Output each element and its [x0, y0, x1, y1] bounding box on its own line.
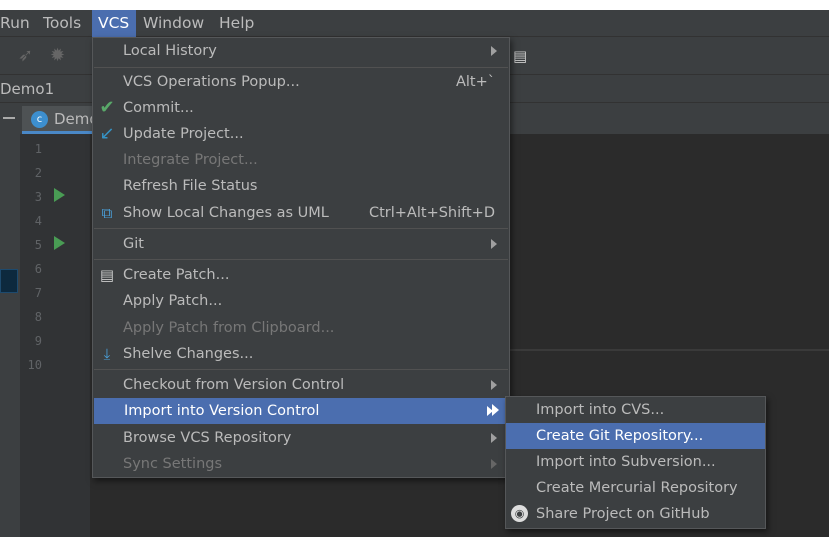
patch-file-icon: ▤: [99, 266, 115, 284]
line-number: 7: [34, 286, 42, 300]
structure-icon[interactable]: ▤: [513, 47, 527, 65]
run-gutter-icon[interactable]: [54, 188, 65, 202]
run-icon[interactable]: ➶: [18, 45, 33, 66]
menu-item-checkout[interactable]: Checkout from Version Control: [93, 372, 509, 398]
menu-item-vcs-operations[interactable]: VCS Operations Popup... Alt+`: [93, 69, 509, 95]
menu-item-update-project[interactable]: ↙ Update Project...: [93, 121, 509, 147]
label: Integrate Project...: [123, 152, 258, 168]
line-number: 3: [34, 190, 42, 204]
menu-item-refresh-file-status[interactable]: Refresh File Status: [93, 173, 509, 199]
menu-vcs[interactable]: VCS: [92, 10, 136, 37]
shelve-icon: ⤓: [103, 345, 111, 363]
shortcut: Ctrl+Alt+Shift+D: [368, 205, 495, 221]
run-gutter-icon[interactable]: [54, 236, 65, 250]
submenu-arrow-icon: [491, 459, 497, 469]
label: Apply Patch...: [123, 293, 223, 309]
menu-bar: Run Tools VCS Window Help: [0, 10, 829, 37]
submenu-item-import-subversion[interactable]: Import into Subversion...: [506, 449, 765, 475]
label: Refresh File Status: [123, 178, 258, 194]
submenu-item-share-github[interactable]: ◉ Share Project on GitHub: [506, 501, 765, 527]
label: Git: [123, 236, 144, 252]
separator: [94, 259, 508, 260]
submenu-item-import-cvs[interactable]: Import into CVS...: [506, 397, 765, 423]
divider: [510, 349, 829, 351]
menu-tools[interactable]: Tools: [37, 10, 87, 37]
menu-item-show-uml[interactable]: ⧉ Show Local Changes as UML Ctrl+Alt+Shift…: [93, 200, 509, 226]
shortcut: Alt+`: [455, 74, 495, 90]
label: Import into Version Control: [124, 403, 320, 419]
submenu-arrow-icon: [491, 433, 497, 443]
label: Commit...: [123, 100, 194, 116]
java-class-icon: c: [31, 111, 48, 128]
label: Create Git Repository...: [536, 428, 704, 444]
line-number: 1: [34, 142, 42, 156]
label: Create Patch...: [123, 267, 230, 283]
uml-icon: ⧉: [101, 204, 113, 222]
editor-tab[interactable]: c Demo: [22, 106, 99, 134]
line-number: 4: [34, 214, 42, 228]
menu-help[interactable]: Help: [213, 10, 260, 37]
breadcrumb-project[interactable]: Demo1: [0, 80, 54, 98]
label: VCS Operations Popup...: [123, 74, 300, 90]
menu-item-import-into-vcs[interactable]: Import into Version Control: [94, 398, 505, 424]
submenu-item-create-git-repository[interactable]: Create Git Repository...: [506, 423, 765, 449]
line-number: 9: [34, 334, 42, 348]
import-submenu: Import into CVS... Create Git Repository…: [505, 396, 766, 529]
mouse-cursor-icon: [492, 404, 499, 416]
check-icon: ✔: [99, 97, 115, 118]
submenu-arrow-icon: [491, 380, 497, 390]
label: Share Project on GitHub: [536, 506, 710, 522]
submenu-item-create-mercurial[interactable]: Create Mercurial Repository: [506, 475, 765, 501]
line-number: 6: [34, 262, 42, 276]
debug-icon[interactable]: ✹: [50, 45, 65, 66]
vcs-menu: Local History VCS Operations Popup... Alt…: [92, 37, 510, 478]
github-icon: ◉: [511, 505, 528, 522]
label: Show Local Changes as UML: [123, 205, 329, 221]
menu-item-integrate-project: Integrate Project...: [93, 147, 509, 173]
label: Update Project...: [123, 126, 244, 142]
label: Sync Settings: [123, 456, 223, 472]
menu-item-commit[interactable]: ✔ Commit...: [93, 95, 509, 121]
label: Local History: [123, 43, 217, 59]
selected-tree-item[interactable]: [0, 269, 18, 293]
menu-run[interactable]: Run: [0, 10, 36, 37]
collapse-icon[interactable]: [3, 117, 15, 119]
line-number: 8: [34, 310, 42, 324]
label: Browse VCS Repository: [123, 430, 292, 446]
menu-item-apply-patch-clipboard: Apply Patch from Clipboard...: [93, 315, 509, 341]
label: Checkout from Version Control: [123, 377, 345, 393]
line-number: 2: [34, 166, 42, 180]
menu-item-browse-vcs[interactable]: Browse VCS Repository: [93, 425, 509, 451]
label: Create Mercurial Repository: [536, 480, 738, 496]
title-bar: [0, 0, 829, 10]
menu-window[interactable]: Window: [137, 10, 210, 37]
label: Import into CVS...: [536, 402, 665, 418]
separator: [94, 228, 508, 229]
menu-item-local-history[interactable]: Local History: [93, 38, 509, 64]
menu-item-shelve-changes[interactable]: ⤓ Shelve Changes...: [93, 341, 509, 367]
label: Import into Subversion...: [536, 454, 716, 470]
menu-item-sync-settings: Sync Settings: [93, 451, 509, 477]
separator: [94, 369, 508, 370]
menu-item-create-patch[interactable]: ▤ Create Patch...: [93, 262, 509, 288]
separator: [94, 67, 508, 68]
menu-item-apply-patch[interactable]: Apply Patch...: [93, 288, 509, 314]
label: Apply Patch from Clipboard...: [123, 320, 335, 336]
menu-item-git[interactable]: Git: [93, 231, 509, 257]
line-number: 5: [34, 238, 42, 252]
submenu-arrow-icon: [491, 239, 497, 249]
label: Shelve Changes...: [123, 346, 254, 362]
left-tool-window: [0, 103, 20, 537]
submenu-arrow-icon: [491, 46, 497, 56]
update-arrow-icon: ↙: [99, 123, 115, 144]
line-number: 10: [27, 358, 42, 372]
